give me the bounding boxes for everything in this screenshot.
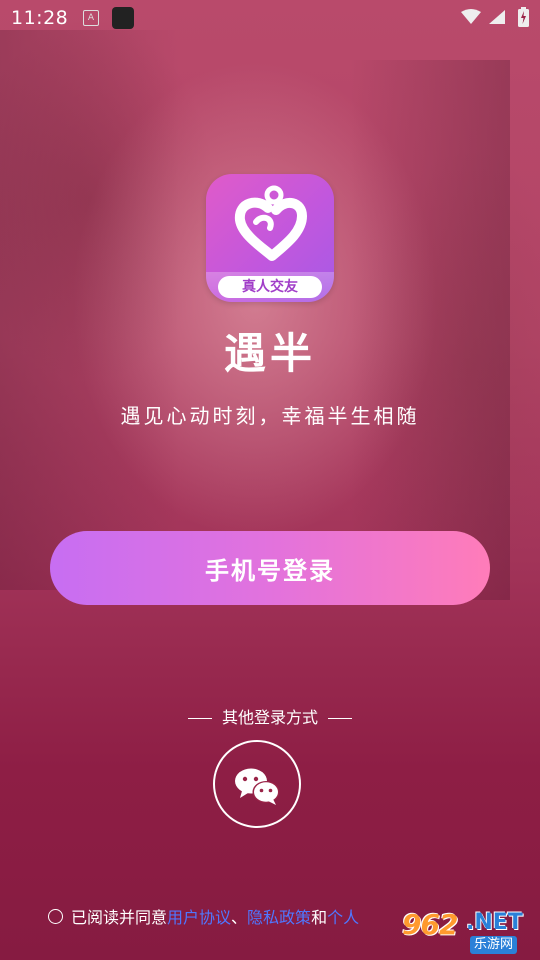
privacy-policy-link[interactable]: 隐私政策 [247, 908, 311, 927]
agreement-checkbox[interactable] [48, 909, 63, 924]
site-watermark: 962 .NET 乐游网 [400, 908, 536, 960]
agreement-prefix: 已阅读并同意 [71, 908, 168, 927]
notification-a-icon: A [83, 10, 99, 26]
logo-tag: 真人交友 [218, 276, 322, 298]
background-shade-left [0, 30, 180, 590]
personal-info-link[interactable]: 个人 [327, 908, 359, 927]
wechat-icon [235, 768, 280, 805]
signal-icon [489, 10, 505, 24]
agreement-separator: 、 [231, 908, 248, 927]
agreement-text: 已阅读并同意用户协议、隐私政策和个人 [48, 906, 359, 930]
other-login-label: 其他登录方式 [221, 708, 318, 727]
divider-line-left [187, 718, 212, 719]
wifi-icon [461, 9, 481, 24]
other-login-divider: 其他登录方式 [0, 704, 540, 728]
app-logo: 真人交友 [206, 174, 334, 302]
app-slogan: 遇见心动时刻，幸福半生相随 [120, 404, 420, 428]
divider-line-right [328, 718, 352, 719]
watermark-number: 962 [402, 908, 458, 941]
watermark-suffix: .NET [466, 910, 523, 935]
status-time: 11:28 [11, 7, 69, 29]
wechat-login-button[interactable] [213, 740, 301, 828]
phone-login-button[interactable]: 手机号登录 [50, 531, 490, 605]
battery-charging-icon [518, 7, 529, 27]
app-name: 遇半 [223, 329, 316, 378]
user-agreement-link[interactable]: 用户协议 [167, 908, 231, 927]
agreement-conjunction: 和 [311, 908, 328, 927]
app-notification-icon [112, 7, 134, 29]
heart-logo-icon [234, 185, 307, 261]
watermark-subtitle: 乐游网 [470, 936, 518, 954]
status-bar: 11:28 A [0, 0, 540, 36]
